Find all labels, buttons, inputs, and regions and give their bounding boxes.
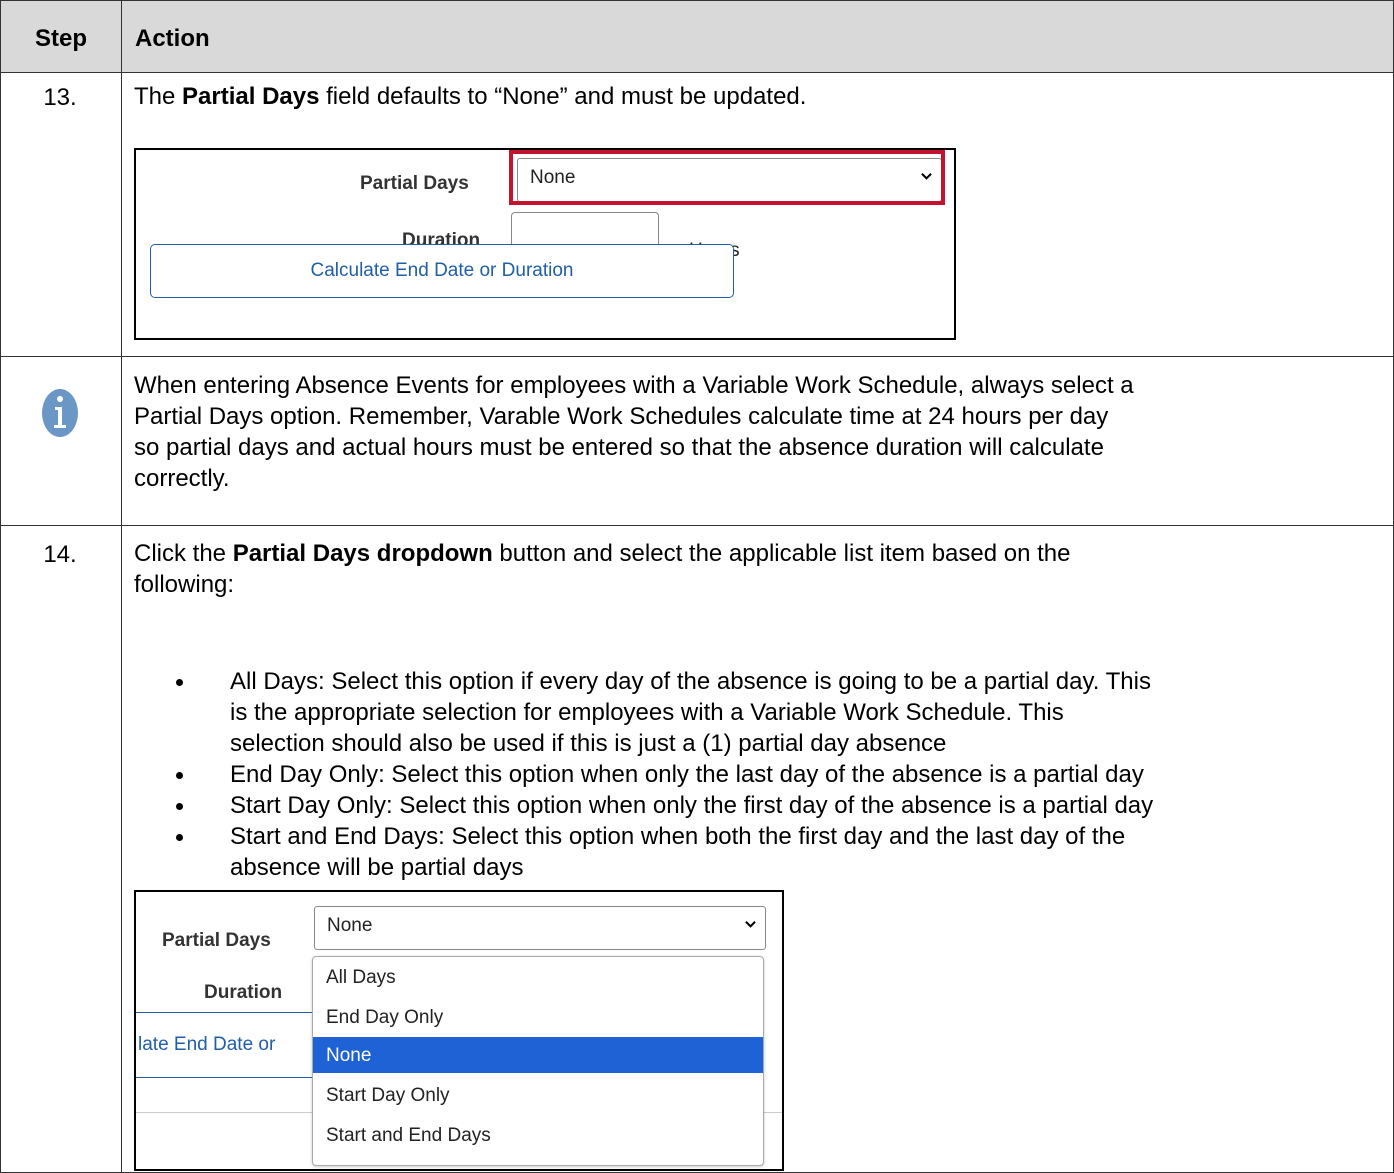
header-action: Action [135,25,210,52]
option-start-day-only[interactable]: Start Day Only [313,1077,763,1113]
partial-days-label: Partial Days [162,930,271,951]
partial-days-value: None [327,915,373,936]
partial-days-dropdown-list: All Days End Day Only None Start Day Onl… [312,956,764,1166]
partial-days-select-open[interactable]: None [314,906,766,950]
option-bullet-list: All Days: Select this option if every da… [154,666,1384,883]
row-divider [1,356,1393,357]
option-all-days[interactable]: All Days [313,959,763,995]
info-line: correctly. [134,465,230,492]
highlight-box [509,150,945,205]
list-item: Start Day Only: Select this option when … [154,790,1384,821]
calculate-button[interactable]: Calculate End Date or Duration [150,244,734,298]
list-item: All Days: Select this option if every da… [154,666,1384,759]
row-divider [1,525,1393,526]
calculate-button[interactable]: late End Date or [136,1012,326,1078]
table-header: Step Action [1,1,1393,73]
step-13-instruction: The Partial Days field defaults to “None… [134,83,807,110]
step-14-line2: following: [134,571,235,598]
info-line: When entering Absence Events for employe… [134,372,1134,399]
step-number-13: 13. [43,84,77,111]
info-note: When entering Absence Events for employe… [134,370,1134,494]
option-end-day-only[interactable]: End Day Only [313,999,763,1035]
info-line: Partial Days option. Remember, Varable W… [134,403,1109,430]
chevron-down-icon [745,921,756,928]
option-none[interactable]: None [313,1037,763,1073]
column-divider [121,1,122,1172]
step-number-14: 14. [43,541,77,568]
duration-label: Duration [204,982,283,1003]
header-step: Step [35,25,88,52]
partial-days-label: Partial Days [360,173,469,194]
info-icon [42,389,78,437]
list-item: Start and End Days: Select this option w… [154,821,1384,883]
info-line: so partial days and actual hours must be… [134,434,1104,461]
step-14-instruction: Click the Partial Days dropdown button a… [134,540,1071,598]
option-start-and-end-days[interactable]: Start and End Days [313,1117,763,1153]
list-item: End Day Only: Select this option when on… [154,759,1384,790]
